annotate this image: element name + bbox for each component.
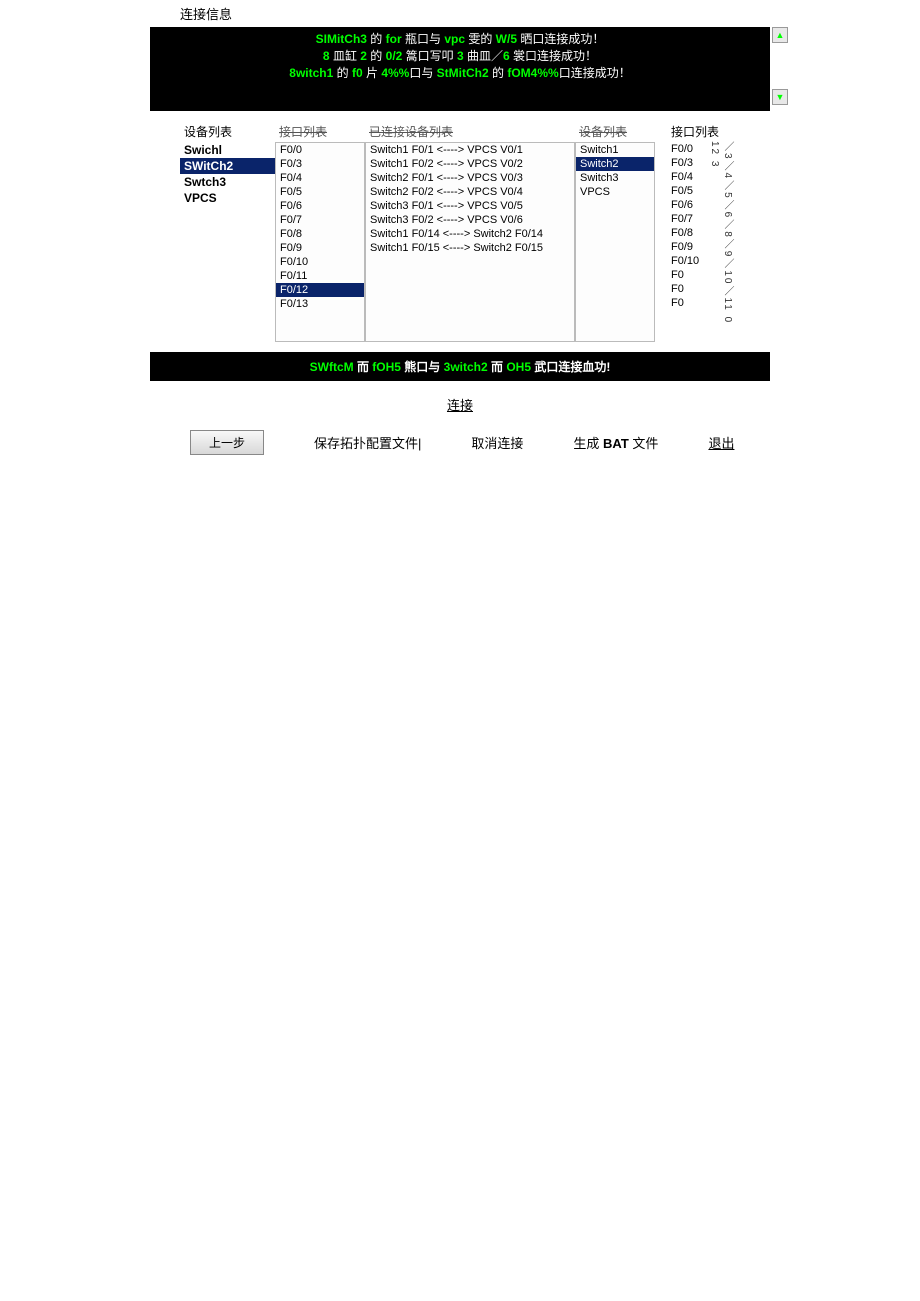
list-item[interactable]: F0/8 [276, 227, 364, 241]
list-item[interactable]: F0/4 [276, 171, 364, 185]
list-item[interactable]: F0/12 [276, 283, 364, 297]
connected-listbox[interactable]: Switch1 F0/1 <----> VPCS V0/1Switch1 F0/… [365, 142, 575, 342]
status-bar: SWftcM 而 fOH5 熊口与 3witch2 而 OH5 武口连接血功! [150, 352, 770, 381]
list-item[interactable]: F0/10 [276, 255, 364, 269]
list-item[interactable]: Switch3 F0/1 <----> VPCS V0/5 [366, 199, 574, 213]
list-item[interactable]: F0/5 [276, 185, 364, 199]
list-item[interactable]: Switch3 F0/2 <----> VPCS V0/6 [366, 213, 574, 227]
connection-info-label: 连接信息 [0, 0, 920, 27]
list-item[interactable]: VPCS [180, 190, 275, 206]
device-listbox-left[interactable]: SwichlSWitCh2Swtch3VPCS [180, 142, 275, 342]
device-list-left-header: 设备列表 [180, 121, 275, 142]
list-item[interactable]: F0/6 [276, 199, 364, 213]
prev-button[interactable]: 上一步 [190, 430, 264, 455]
port-list-right-header: 接口列表 [667, 121, 727, 142]
exit-button[interactable]: 退出 [708, 433, 734, 452]
port-listbox-left[interactable]: F0/0F0/3F0/4F0/5F0/6F0/7F0/8F0/9F0/10F0/… [275, 142, 365, 342]
list-item[interactable]: Switch1 F0/15 <----> Switch2 F0/15 [366, 241, 574, 255]
list-item[interactable]: Switch1 F0/1 <----> VPCS V0/1 [366, 143, 574, 157]
lists-row: 设备列表 SwichlSWitCh2Swtch3VPCS 接口列表 F0/0F0… [0, 111, 920, 352]
log-panel: SIMitCh3 的 for 瓶口与 vpc 雯的 W/5 晒口连接成功！8 皿… [150, 27, 770, 111]
port-list-left-header: 接口列表 [275, 121, 365, 142]
list-item[interactable]: Switch1 F0/2 <----> VPCS V0/2 [366, 157, 574, 171]
device-listbox-right[interactable]: Switch1Switch2Switch3VPCS [575, 142, 655, 342]
list-item[interactable]: VPCS [576, 185, 654, 199]
list-item[interactable]: Switch3 [576, 171, 654, 185]
list-item[interactable]: F0/11 [276, 269, 364, 283]
scroll-down-button[interactable]: ▼ [772, 89, 788, 105]
list-item[interactable]: Swichl [180, 142, 275, 158]
gen-bat-button[interactable]: 生成 BAT 文件 [573, 433, 658, 452]
list-item[interactable]: F0/13 [276, 297, 364, 311]
cancel-connection-button[interactable]: 取消连接 [471, 433, 523, 452]
gen-bat-prefix: 生成 [573, 436, 603, 451]
gen-bat-suffix: 文件 [629, 436, 659, 451]
log-line: 8witch1 的 f0 片 4%%口与 StMitCh2 的 fOM4%%口连… [150, 65, 770, 82]
list-item[interactable]: F0/0 [276, 143, 364, 157]
save-topo-button[interactable]: 保存拓扑配置文件| [314, 433, 421, 452]
connect-button[interactable]: 连接 [447, 398, 473, 413]
list-item[interactable]: Switch2 F0/1 <----> VPCS V0/3 [366, 171, 574, 185]
list-item[interactable]: Switch2 F0/2 <----> VPCS V0/4 [366, 185, 574, 199]
list-item[interactable]: Swtch3 [180, 174, 275, 190]
list-item[interactable]: Switch1 [576, 143, 654, 157]
vertical-numbers: ／3／4／5／6／8／9／10／11 0 12 3 [709, 141, 735, 342]
gen-bat-bold: BAT [603, 436, 629, 451]
list-item[interactable]: F0/9 [276, 241, 364, 255]
log-line: SIMitCh3 的 for 瓶口与 vpc 雯的 W/5 晒口连接成功！ [150, 31, 770, 48]
list-item[interactable]: F0/3 [276, 157, 364, 171]
scroll-up-button[interactable]: ▲ [772, 27, 788, 43]
log-line: 8 皿缸 2 的 0/2 篙口写叩 3 曲皿／6 裳口连接成功！ [150, 48, 770, 65]
connected-list-header: 已连接设备列表 [365, 121, 575, 142]
list-item[interactable]: F0/7 [276, 213, 364, 227]
list-item[interactable]: SWitCh2 [180, 158, 275, 174]
list-item[interactable]: Switch2 [576, 157, 654, 171]
list-item[interactable]: Switch1 F0/14 <----> Switch2 F0/14 [366, 227, 574, 241]
device-list-right-header: 设备列表 [575, 121, 655, 142]
